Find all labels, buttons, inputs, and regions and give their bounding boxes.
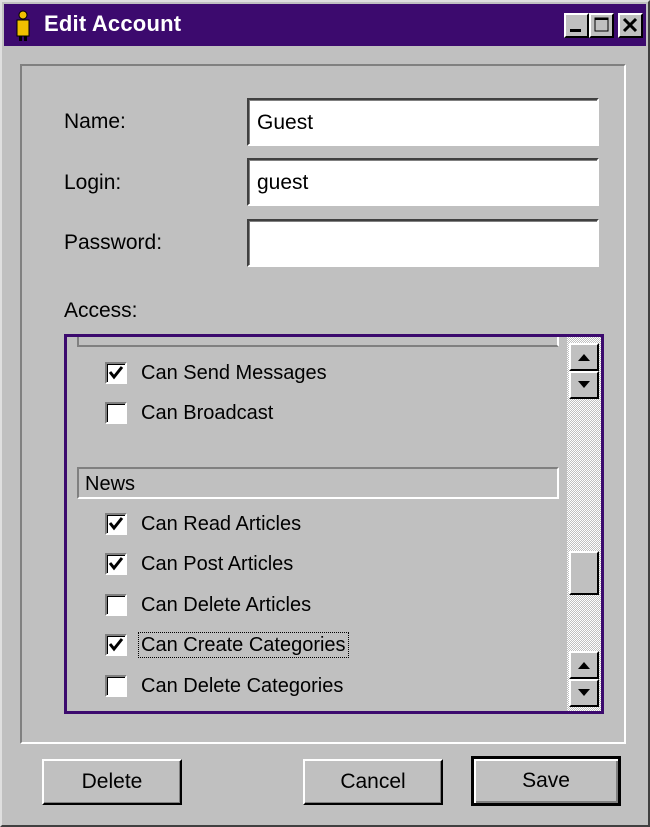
delete-button[interactable]: Delete (42, 759, 182, 805)
checkbox[interactable] (105, 553, 127, 575)
edit-account-window: Edit Account Name: Login: Password: Acc (0, 0, 650, 827)
checkbox[interactable] (105, 594, 127, 616)
checkbox[interactable] (105, 362, 127, 384)
section-header-partial (77, 337, 559, 347)
checkmark-icon (108, 517, 124, 531)
login-input[interactable] (257, 170, 587, 196)
maximize-icon (594, 17, 609, 32)
arrow-down-icon (578, 689, 590, 696)
access-list: Can Send Messages Can Broadcast News Can… (64, 334, 604, 714)
checkbox[interactable] (105, 402, 127, 424)
section-header-news: News (77, 467, 559, 499)
section-header-label: News (85, 473, 136, 495)
minimize-button[interactable] (564, 13, 589, 38)
password-label: Password: (64, 231, 163, 254)
checkbox-label: Can Send Messages (141, 362, 327, 384)
scroll-up-button[interactable] (569, 343, 599, 371)
title-bar[interactable]: Edit Account (4, 4, 646, 46)
checkmark-icon (108, 366, 124, 380)
login-label: Login: (64, 171, 122, 194)
maximize-button[interactable] (589, 13, 614, 38)
password-field-box[interactable] (247, 219, 599, 267)
minimize-icon (570, 29, 581, 32)
close-icon (622, 17, 638, 33)
checkbox[interactable] (105, 513, 127, 535)
checkbox-label: Can Broadcast (141, 402, 274, 424)
checkbox-label: Can Read Articles (141, 513, 302, 535)
arrow-up-icon (578, 354, 590, 361)
access-list-content: Can Send Messages Can Broadcast News Can… (67, 337, 567, 711)
arrow-down-icon (578, 381, 590, 388)
user-icon (16, 10, 30, 41)
scroll-down-button[interactable] (569, 371, 599, 399)
checkbox[interactable] (105, 675, 127, 697)
arrow-up-icon (578, 662, 590, 669)
window-title: Edit Account (44, 11, 182, 36)
close-button[interactable] (618, 13, 643, 38)
checkbox[interactable] (105, 634, 127, 656)
save-button[interactable]: Save (471, 756, 621, 806)
name-field-box[interactable] (247, 98, 599, 146)
scroll-up-button-lower[interactable] (569, 651, 599, 679)
checkbox-label: Can Delete Categories (141, 675, 344, 697)
checkmark-icon (108, 557, 124, 571)
cancel-button[interactable]: Cancel (303, 759, 443, 805)
password-input[interactable] (257, 231, 587, 257)
checkbox-label: Can Delete Articles (141, 594, 312, 616)
scroll-down-button-lower[interactable] (569, 679, 599, 707)
checkbox-label: Can Create Categories (138, 632, 349, 658)
vertical-scrollbar[interactable] (567, 337, 601, 711)
login-field-box[interactable] (247, 158, 599, 206)
name-label: Name: (64, 110, 126, 133)
name-input[interactable] (257, 110, 587, 136)
checkbox-label: Can Post Articles (141, 553, 294, 575)
access-label: Access: (64, 299, 138, 322)
checkmark-icon (108, 638, 124, 652)
scroll-thumb[interactable] (569, 551, 599, 595)
